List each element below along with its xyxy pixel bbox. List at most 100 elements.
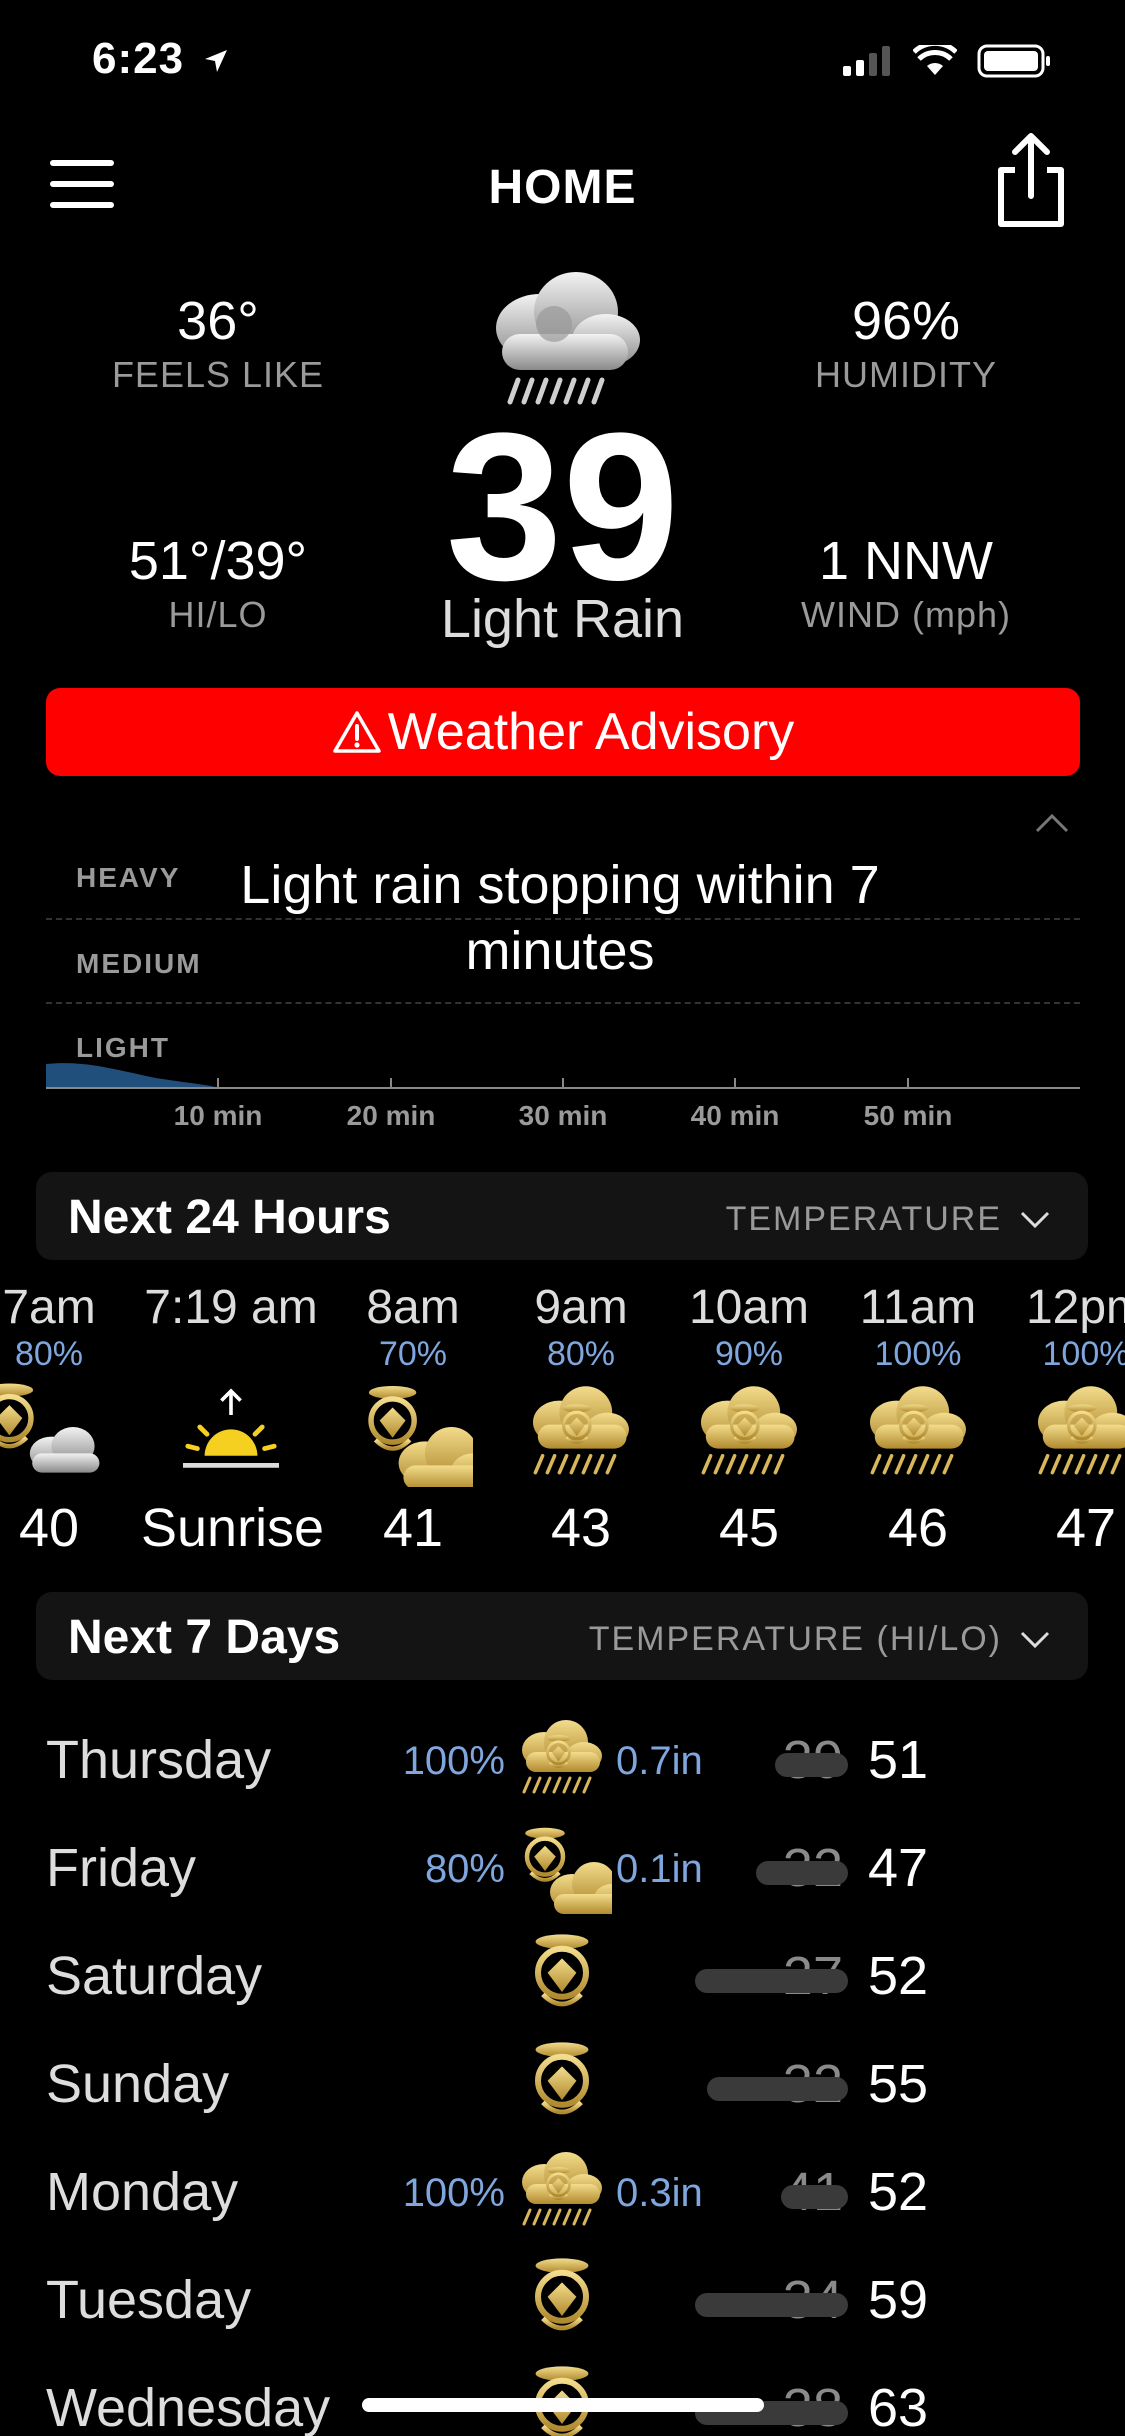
daily-section-header: Next 7 Days TEMPERATURE (HI/LO)	[36, 1592, 1088, 1680]
day-name: Sunday	[46, 2054, 230, 2114]
hourly-item: 11am 100% 46	[828, 1280, 1008, 1559]
day-precip-amount: 0.7in	[616, 1739, 703, 1783]
feels-like-stat: 36° FEELS LIKE	[38, 290, 398, 396]
hourly-item: 7:19 am Sunrise	[141, 1280, 325, 1559]
wifi-icon	[913, 45, 957, 75]
hourly-time: 11am	[859, 1281, 977, 1334]
share-button[interactable]	[991, 130, 1071, 230]
day-high: 59	[868, 2270, 929, 2330]
hourly-time: 7am	[2, 1281, 96, 1334]
rain-emblem-icon	[512, 1705, 612, 1813]
daily-row[interactable]: Thursday 100% 0.7in 39 51	[0, 1705, 1125, 1813]
home-indicator[interactable]	[362, 2398, 764, 2412]
hourly-time: 10am	[688, 1281, 810, 1334]
day-name: Friday	[46, 1838, 197, 1898]
day-precip: 100%	[402, 1739, 505, 1783]
hourly-item: 8am 70% 41	[323, 1280, 503, 1559]
hourly-time: 7:19 am	[144, 1281, 318, 1334]
hourly-time: 12pm	[1025, 1281, 1125, 1334]
precip-tick-label: 20 min	[346, 1100, 436, 1131]
cloudy-emblem-icon	[0, 1373, 139, 1493]
hourly-time: 8am	[366, 1281, 460, 1334]
precip-tick-label: 40 min	[690, 1100, 780, 1131]
precip-summary: Light rain stopping within 7 minutes	[240, 855, 880, 981]
day-temp-range-bar	[756, 1861, 848, 1885]
precip-tick-label: 50 min	[863, 1100, 953, 1131]
rain-emblem-icon	[996, 1373, 1125, 1493]
current-condition: Light Rain	[440, 589, 685, 649]
page-title: HOME	[488, 161, 637, 214]
hourly-metric-selector[interactable]: TEMPERATURE	[726, 1200, 1050, 1239]
hourly-precip: 70%	[378, 1335, 448, 1373]
day-name: Wednesday	[46, 2378, 331, 2436]
precip-gridline	[46, 1002, 1080, 1004]
hourly-title: Next 24 Hours	[68, 1191, 391, 1244]
hourly-value: 46	[887, 1498, 949, 1558]
sunrise-icon	[141, 1373, 321, 1493]
daily-row[interactable]: Tuesday 34 59	[0, 2245, 1125, 2353]
humidity-label: HUMIDITY	[815, 354, 997, 395]
hourly-value: Sunrise	[141, 1498, 325, 1558]
hourly-precip: 90%	[714, 1335, 784, 1373]
share-icon	[998, 133, 1064, 227]
rain-emblem-icon	[828, 1373, 1008, 1493]
hourly-value: 43	[550, 1498, 612, 1558]
advisory-label: Weather Advisory	[387, 703, 795, 761]
chevron-up-icon[interactable]	[1034, 812, 1070, 834]
daily-row[interactable]: Wednesday 38 63	[0, 2353, 1125, 2436]
hourly-value: 40	[18, 1498, 80, 1558]
hourly-precip	[141, 1335, 321, 1373]
emblem-icon	[512, 2245, 612, 2353]
day-precip-amount: 0.1in	[616, 1847, 703, 1891]
day-high: 63	[868, 2378, 929, 2436]
precip-area	[46, 1063, 218, 1088]
day-temp-range-bar	[775, 1753, 848, 1777]
hourly-value: 47	[1055, 1498, 1117, 1558]
daily-row[interactable]: Saturday 27 52	[0, 1921, 1125, 2029]
chevron-down-icon	[1020, 1211, 1050, 1228]
day-name: Saturday	[46, 1946, 263, 2006]
day-high: 52	[868, 1946, 929, 2006]
feels-like-label: FEELS LIKE	[111, 354, 325, 395]
day-precip: 100%	[402, 2171, 505, 2215]
day-high: 52	[868, 2162, 929, 2222]
daily-metric-selector[interactable]: TEMPERATURE (HI/LO)	[589, 1620, 1050, 1659]
hourly-value: 41	[382, 1498, 444, 1558]
day-name: Tuesday	[46, 2270, 252, 2330]
emblem-icon	[512, 2353, 612, 2436]
day-temp-range-bar	[707, 2077, 848, 2101]
precip-graph	[46, 1063, 1080, 1089]
hourly-section-header: Next 24 Hours TEMPERATURE	[36, 1172, 1088, 1260]
partly-cloudy-emblem-icon	[512, 1813, 612, 1921]
chevron-down-icon	[1020, 1631, 1050, 1648]
hourly-value: 45	[718, 1498, 780, 1558]
hourly-item: 10am 90% 45	[659, 1280, 839, 1559]
emblem-icon	[512, 2029, 612, 2137]
daily-row[interactable]: Sunday 32 55	[0, 2029, 1125, 2137]
day-precip: 80%	[424, 1847, 505, 1891]
precip-tick-label: 10 min	[173, 1100, 263, 1131]
feels-like-value: 36°	[177, 291, 259, 351]
hourly-item: 7am 80% 40	[0, 1280, 139, 1559]
current-temperature: 39	[445, 389, 680, 624]
hourly-time: 9am	[534, 1281, 628, 1334]
hourly-precip: 100%	[874, 1335, 962, 1373]
emblem-icon	[512, 1921, 612, 2029]
day-temp-range-bar	[781, 2185, 848, 2209]
rain-emblem-icon	[491, 1373, 671, 1493]
daily-row[interactable]: Monday 100% 0.3in 41 52	[0, 2137, 1125, 2245]
signal-icon	[843, 46, 890, 76]
hourly-item: 9am 80% 43	[491, 1280, 671, 1559]
hourly-precip: 80%	[14, 1335, 84, 1373]
daily-metric-label: TEMPERATURE (HI/LO)	[588, 1620, 1002, 1658]
daily-row[interactable]: Friday 80% 0.1in 32 47	[0, 1813, 1125, 1921]
precip-tick-label: 30 min	[518, 1100, 608, 1131]
daily-title: Next 7 Days	[68, 1611, 341, 1664]
day-high: 55	[868, 2054, 929, 2114]
hourly-strip[interactable]: 7am 80% 40 7:19 am Sunrise 8am 70% 41 9a…	[0, 1280, 1125, 1560]
precip-ticks	[217, 1078, 909, 1088]
weather-advisory-button[interactable]: Weather Advisory	[46, 688, 1080, 776]
hourly-item: 12pm 100% 47	[996, 1280, 1125, 1559]
day-name: Thursday	[46, 1730, 272, 1790]
day-high: 47	[868, 1838, 929, 1898]
